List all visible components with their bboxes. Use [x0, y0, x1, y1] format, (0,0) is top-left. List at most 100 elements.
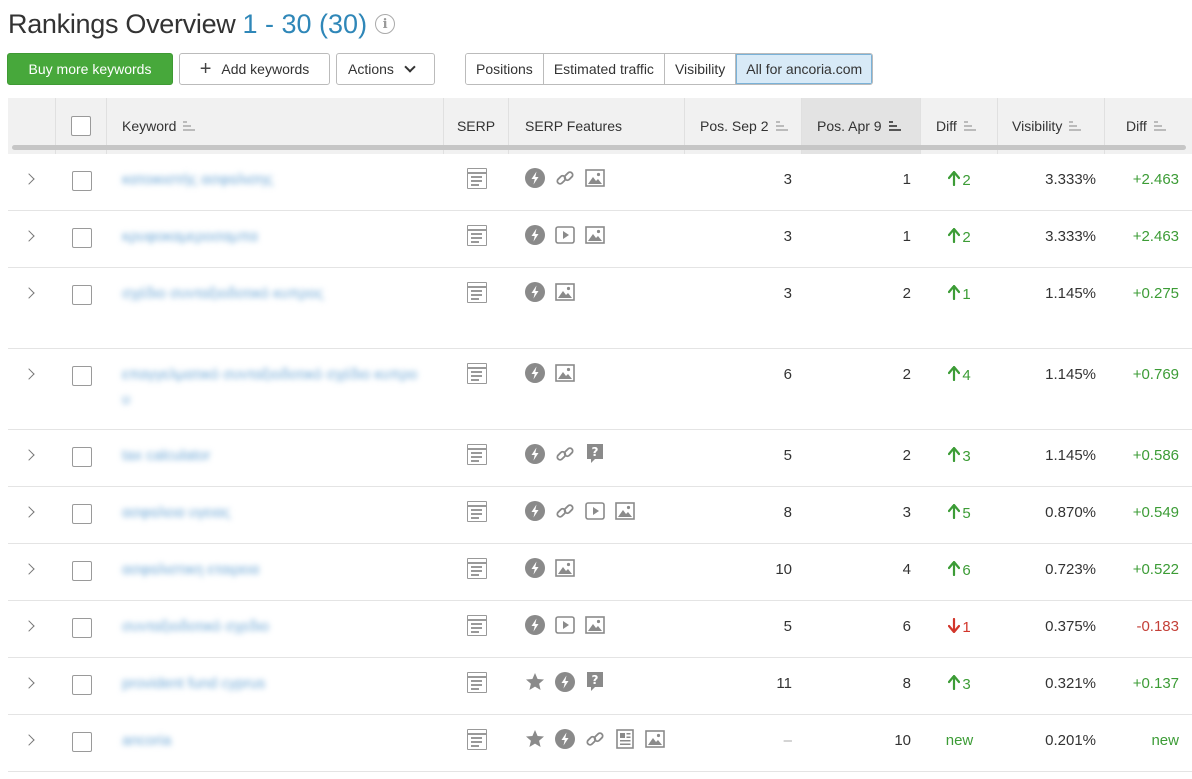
svg-text:?: ? — [592, 445, 599, 459]
image-icon[interactable] — [555, 558, 575, 578]
bolt-icon[interactable] — [555, 729, 575, 749]
serp-snapshot-icon[interactable] — [466, 444, 487, 465]
keyword-link[interactable]: κατοικιστής ασφαλισης — [122, 167, 273, 192]
row-checkbox[interactable] — [71, 228, 92, 248]
serp-snapshot-icon[interactable] — [466, 501, 487, 522]
row-checkbox[interactable] — [71, 447, 92, 467]
keyword-link[interactable]: ancoria — [122, 728, 171, 753]
chevron-right-icon[interactable] — [23, 173, 35, 185]
visibility-cell: 1.145% — [998, 349, 1105, 429]
keyword-link[interactable]: κρυφοκαμεροσαμπα — [122, 224, 258, 249]
image-icon[interactable] — [555, 282, 575, 302]
bolt-icon[interactable] — [525, 444, 545, 464]
keyword-link[interactable]: συνταξιοδοτικό σχεδιο — [122, 614, 269, 639]
select-all-checkbox[interactable] — [71, 116, 91, 136]
chevron-right-icon[interactable] — [23, 734, 35, 746]
info-icon[interactable]: i — [375, 14, 396, 34]
tab-positions[interactable]: Positions — [466, 54, 544, 84]
video-icon[interactable] — [585, 501, 605, 521]
row-checkbox[interactable] — [71, 732, 92, 752]
row-checkbox[interactable] — [71, 285, 92, 305]
image-icon[interactable] — [585, 225, 605, 245]
video-icon[interactable] — [555, 615, 575, 635]
star-icon[interactable] — [525, 672, 545, 692]
serp-snapshot-icon[interactable] — [466, 615, 487, 636]
serp-snapshot-icon[interactable] — [466, 672, 487, 693]
news-icon[interactable] — [615, 729, 635, 749]
bolt-icon[interactable] — [525, 501, 545, 521]
bolt-icon[interactable] — [525, 615, 545, 635]
serp-snapshot-icon[interactable] — [466, 558, 487, 579]
keyword-link[interactable]: ασφαλιστικη εταιρεια — [122, 557, 259, 582]
link-icon[interactable] — [555, 168, 575, 188]
serp-snapshot-icon[interactable] — [466, 168, 487, 189]
chevron-right-icon[interactable] — [23, 677, 35, 689]
question-icon[interactable]: ? — [585, 444, 605, 464]
tab-all-for-ancoria-com[interactable]: All for ancoria.com — [736, 54, 873, 84]
chevron-right-icon[interactable] — [23, 449, 35, 461]
visibility-cell: 1.145% — [998, 268, 1105, 348]
arrow-up-icon — [948, 365, 962, 385]
link-icon[interactable] — [555, 444, 575, 464]
visibility-cell: 1.145% — [998, 430, 1105, 486]
keyword-link[interactable]: tax calculator — [122, 443, 210, 468]
link-icon[interactable] — [555, 501, 575, 521]
serp-snapshot-icon[interactable] — [466, 363, 487, 384]
select-cell — [56, 430, 107, 486]
tab-visibility[interactable]: Visibility — [664, 54, 737, 84]
pos-apr-cell: 2 — [802, 349, 921, 429]
pos-apr-cell: 10 — [802, 715, 921, 771]
row-checkbox[interactable] — [71, 366, 92, 386]
keyword-link[interactable]: provident fund cyprus — [122, 671, 265, 696]
keyword-link[interactable]: σχέδιο συνταξιοδοτικό κυπρος — [122, 281, 323, 306]
rankings-table: Keyword SERP SERP Features Pos. Sep 2 Po… — [8, 98, 1192, 772]
image-icon[interactable] — [555, 363, 575, 383]
chevron-right-icon[interactable] — [23, 230, 35, 242]
chevron-right-icon[interactable] — [23, 287, 35, 299]
bolt-icon[interactable] — [555, 672, 575, 692]
buy-more-keywords-button[interactable]: Buy more keywords — [7, 53, 173, 85]
result-range[interactable]: 1 - 30 (30) — [243, 9, 368, 40]
arrow-up-icon — [948, 560, 962, 580]
row-checkbox[interactable] — [71, 561, 92, 581]
video-icon[interactable] — [555, 225, 575, 245]
serp-cell — [444, 154, 509, 210]
serp-features-cell — [509, 154, 685, 210]
serp-cell — [444, 715, 509, 771]
row-checkbox[interactable] — [71, 675, 92, 695]
serp-snapshot-icon[interactable] — [466, 282, 487, 303]
chevron-right-icon[interactable] — [23, 620, 35, 632]
image-icon[interactable] — [645, 729, 665, 749]
actions-dropdown[interactable]: Actions — [336, 53, 435, 85]
pos-apr-cell: 2 — [802, 268, 921, 348]
bolt-icon[interactable] — [525, 168, 545, 188]
row-checkbox[interactable] — [71, 504, 92, 524]
chevron-right-icon[interactable] — [23, 506, 35, 518]
pos-apr-value: 4 — [902, 561, 911, 578]
image-icon[interactable] — [585, 168, 605, 188]
row-checkbox[interactable] — [71, 618, 92, 638]
visibility-diff-value: +2.463 — [1132, 171, 1179, 188]
visibility-diff-cell: +0.549 — [1105, 487, 1191, 543]
bolt-icon[interactable] — [525, 558, 545, 578]
star-icon[interactable] — [525, 729, 545, 749]
serp-snapshot-icon[interactable] — [466, 729, 487, 750]
image-icon[interactable] — [585, 615, 605, 635]
bolt-icon[interactable] — [525, 363, 545, 383]
visibility-diff-cell: +2.463 — [1105, 154, 1191, 210]
row-checkbox[interactable] — [71, 171, 92, 191]
chevron-right-icon[interactable] — [23, 368, 35, 380]
link-icon[interactable] — [585, 729, 605, 749]
horizontal-scrollbar[interactable] — [12, 145, 1186, 150]
keyword-link[interactable]: επαγγελματικό συνταξιοδοτικό σχέδιο κυπρ… — [122, 362, 424, 412]
serp-snapshot-icon[interactable] — [466, 225, 487, 246]
add-keywords-button[interactable]: + Add keywords — [179, 53, 330, 85]
bolt-icon[interactable] — [525, 282, 545, 302]
tab-estimated-traffic[interactable]: Estimated traffic — [543, 54, 665, 84]
bolt-icon[interactable] — [525, 225, 545, 245]
diff-value: 5 — [948, 503, 971, 523]
question-icon[interactable]: ? — [585, 672, 605, 692]
chevron-right-icon[interactable] — [23, 563, 35, 575]
keyword-link[interactable]: ασφαλεια υγειας — [122, 500, 230, 525]
image-icon[interactable] — [615, 501, 635, 521]
